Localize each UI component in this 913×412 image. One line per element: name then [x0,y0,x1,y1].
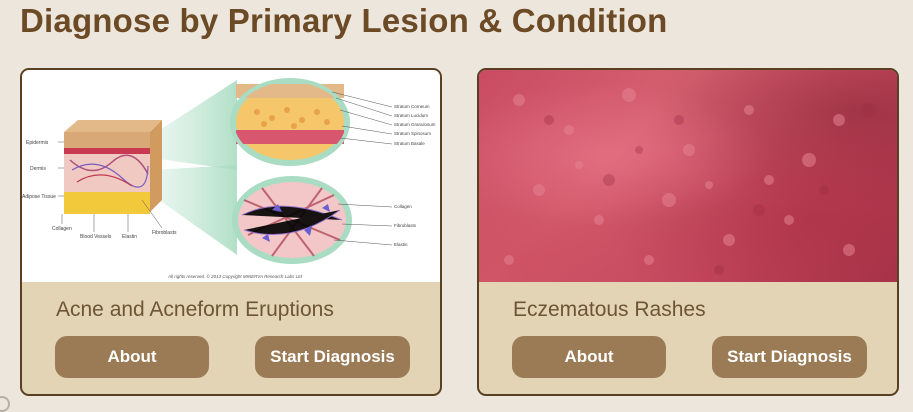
label-fibroblasts: Fibroblasts [152,230,177,236]
label-epidermis: Epidermis [26,140,49,146]
label-collagen: Collagen [52,226,72,232]
card-title: Acne and Acneform Eruptions [56,298,334,321]
card-title: Eczematous Rashes [513,298,706,321]
rash-spots [504,88,876,275]
skin-diagram-illustration: Epidermis Dermis Adipose Tissue Collagen… [22,78,436,279]
page-title: Diagnose by Primary Lesion & Condition [20,2,668,39]
skin-layers-diagram: Epidermis Dermis Adipose Tissue Collagen… [22,70,440,282]
label-adipose: Adipose Tissue [22,194,56,200]
label-stratum-spinosum: Stratum Spinosum [394,131,431,136]
label-blood-vessels: Blood Vessels [80,234,112,240]
label-stratum-lucidum: Stratum Lucidum [394,113,428,118]
label-stratum-corneum: Stratum Corneum [394,104,430,109]
label-stratum-basale: Stratum Basale [394,141,425,146]
label-stratum-granulosum: Stratum Granulosum [394,122,436,127]
label-zoom-fibroblasts: Fibroblasts [394,223,417,228]
label-zoom-collagen: Collagen [394,204,412,209]
start-diagnosis-button[interactable]: Start Diagnosis [712,336,867,378]
label-zoom-elastin: Elastin [394,242,408,247]
label-elastin: Elastin [122,234,137,240]
condition-card-acne: Epidermis Dermis Adipose Tissue Collagen… [20,68,442,396]
eczema-rash-photo [479,70,897,282]
start-diagnosis-button[interactable]: Start Diagnosis [255,336,410,378]
about-button[interactable]: About [512,336,666,378]
copyright-text: All rights reserved. © 2013 Copyright MI… [167,273,302,279]
about-button[interactable]: About [55,336,209,378]
condition-card-eczema: Eczematous Rashes About Start Diagnosis [477,68,899,396]
partial-circle-icon [0,396,10,412]
label-dermis: Dermis [30,166,46,172]
